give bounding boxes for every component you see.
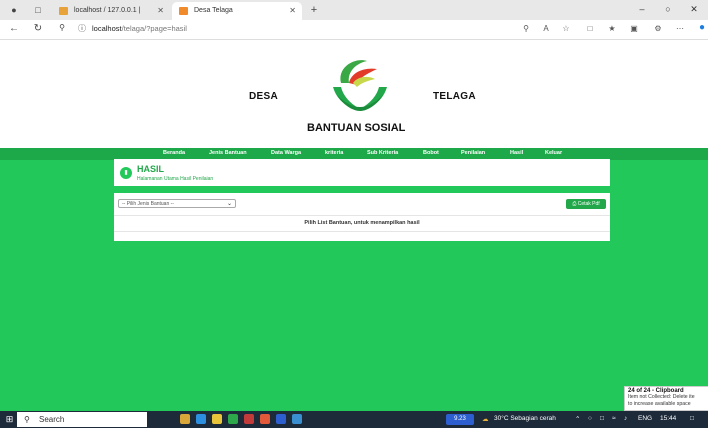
notifications-icon[interactable]: □ [690,415,694,422]
browser-tab-bar: ● □ localhost / 127.0.0.1 | phpMyAdn ✕ D… [0,0,708,32]
windows-start-icon[interactable]: ⊞ [4,414,15,425]
language-indicator[interactable]: ENG [638,415,652,422]
close-tab-icon[interactable]: ✕ [157,2,164,20]
bantuan-sosial-logo-icon [333,60,387,111]
zoom-icon[interactable]: ⚲ [520,24,532,33]
weather-text[interactable]: 30°C Sebagian cerah [494,415,556,422]
close-window-icon[interactable]: ✕ [688,4,700,15]
folder-icon[interactable] [212,414,222,424]
minimize-icon[interactable]: – [636,4,648,14]
collections-icon[interactable]: ▣ [628,24,640,33]
tab-desa-telaga[interactable]: Desa Telaga ✕ [172,2,302,20]
header-word-telaga: TELAGA [433,91,476,102]
clipboard-notification[interactable]: 24 of 24 - Clipboard Item not Collected:… [624,386,708,411]
split-screen-icon[interactable]: □ [584,24,596,33]
nav-data-warga[interactable]: Data Warga [271,150,301,156]
site-subtitle: BANTUAN SOSIAL [307,122,406,134]
word-icon[interactable] [276,414,286,424]
app-icon[interactable] [260,414,270,424]
nav-jenis-bantuan[interactable]: Jenis Bantuan [209,150,247,156]
close-tab-icon[interactable]: ✕ [289,2,296,20]
site-favicon-icon [179,7,188,15]
cetak-pdf-label: Cetak Pdf [577,201,600,207]
notification-line-1: Item not Collected: Delete ite [628,394,695,401]
divider [114,215,610,216]
volume-icon[interactable]: ♪ [624,415,627,422]
phpmyadmin-favicon-icon [59,7,68,15]
wifi-icon[interactable]: ≈ [612,415,616,422]
back-icon[interactable]: ← [8,23,20,34]
restore-icon[interactable]: ○ [662,4,674,14]
url-path: /telaga/?page=hasil [121,24,187,33]
extension-icon[interactable]: ⚙ [652,24,664,33]
nav-penilaian[interactable]: Penilaian [461,150,485,156]
battery-icon[interactable]: □ [600,415,604,422]
nav-beranda[interactable]: Beranda [163,150,185,156]
page-background [0,148,708,411]
nav-hasil[interactable]: Hasil [510,150,523,156]
new-tab-icon[interactable]: + [308,4,320,16]
tab-actions-icon[interactable]: □ [32,4,44,16]
page-title: HASIL [137,164,164,174]
notification-line-2: to increase available space [628,400,691,407]
url-field[interactable]: localhost/telaga/?page=hasil [92,24,187,33]
search-label: Search [39,415,65,424]
info-icon: ⓘ [78,24,86,33]
chart-icon: ▮ [120,167,132,179]
tab-phpmyadmin[interactable]: localhost / 127.0.0.1 | phpMyAdn ✕ [52,2,170,32]
refresh-icon[interactable]: ↻ [32,23,44,34]
search-icon: ⚲ [24,415,30,424]
copilot-icon[interactable]: ● [696,22,708,33]
chevron-down-icon: ⌄ [226,201,232,207]
tab-label: Desa Telaga [194,7,233,14]
notification-title: 24 of 24 - Clipboard [628,388,684,394]
clock[interactable]: 15:44 [660,415,676,422]
read-aloud-icon[interactable]: A [540,24,552,33]
taskbar-search[interactable]: ⚲ Search [17,412,147,427]
divider [114,231,610,232]
page-header-card: ▮ HASIL Halamanan Utama Hasil Penilaian [114,159,610,186]
nav-keluar[interactable]: Keluar [545,150,562,156]
edge-icon[interactable] [196,414,206,424]
empty-message: Pilih List Bantuan, untuk menampilkan ha… [304,220,420,226]
taskbar-badge[interactable]: 9.23 [446,414,474,425]
url-host: localhost [92,24,122,33]
tray-chevron-up-icon[interactable]: ⌃ [575,415,580,423]
results-card: -- Pilih Jenis Bantuan -- ⌄ ⎙ Cetak Pdf … [114,193,610,241]
nav-sub-kriteria[interactable]: Sub Kriteria [367,150,398,156]
header-word-desa: DESA [249,91,278,102]
cetak-pdf-button[interactable]: ⎙ Cetak Pdf [566,199,606,209]
more-icon[interactable]: ⋯ [674,24,686,33]
network-icon[interactable]: ○ [588,415,592,422]
favorite-icon[interactable]: ☆ [560,24,572,33]
jenis-bantuan-select[interactable]: -- Pilih Jenis Bantuan -- ⌄ [118,199,236,208]
powerpoint-icon[interactable] [244,414,254,424]
excel-icon[interactable] [228,414,238,424]
search-icon[interactable]: ⚲ [56,23,68,32]
favorites-icon[interactable]: ★ [606,24,618,33]
select-value: -- Pilih Jenis Bantuan -- [122,201,174,207]
page-subtitle: Halamanan Utama Hasil Penilaian [137,176,214,182]
address-bar: ← ↻ ⚲ ⓘ localhost/telaga/?page=hasil ⚲ A… [0,20,708,40]
nav-bobot[interactable]: Bobot [423,150,439,156]
weather-icon: ☁ [482,416,489,423]
file-explorer-icon[interactable] [180,414,190,424]
profile-icon[interactable]: ● [8,4,20,16]
nav-kriteria[interactable]: kriteria [325,150,343,156]
vscode-icon[interactable] [292,414,302,424]
taskbar: ⊞ ⚲ Search 9.23 ☁ 30°C Sebagian cerah ⌃ … [0,411,708,428]
